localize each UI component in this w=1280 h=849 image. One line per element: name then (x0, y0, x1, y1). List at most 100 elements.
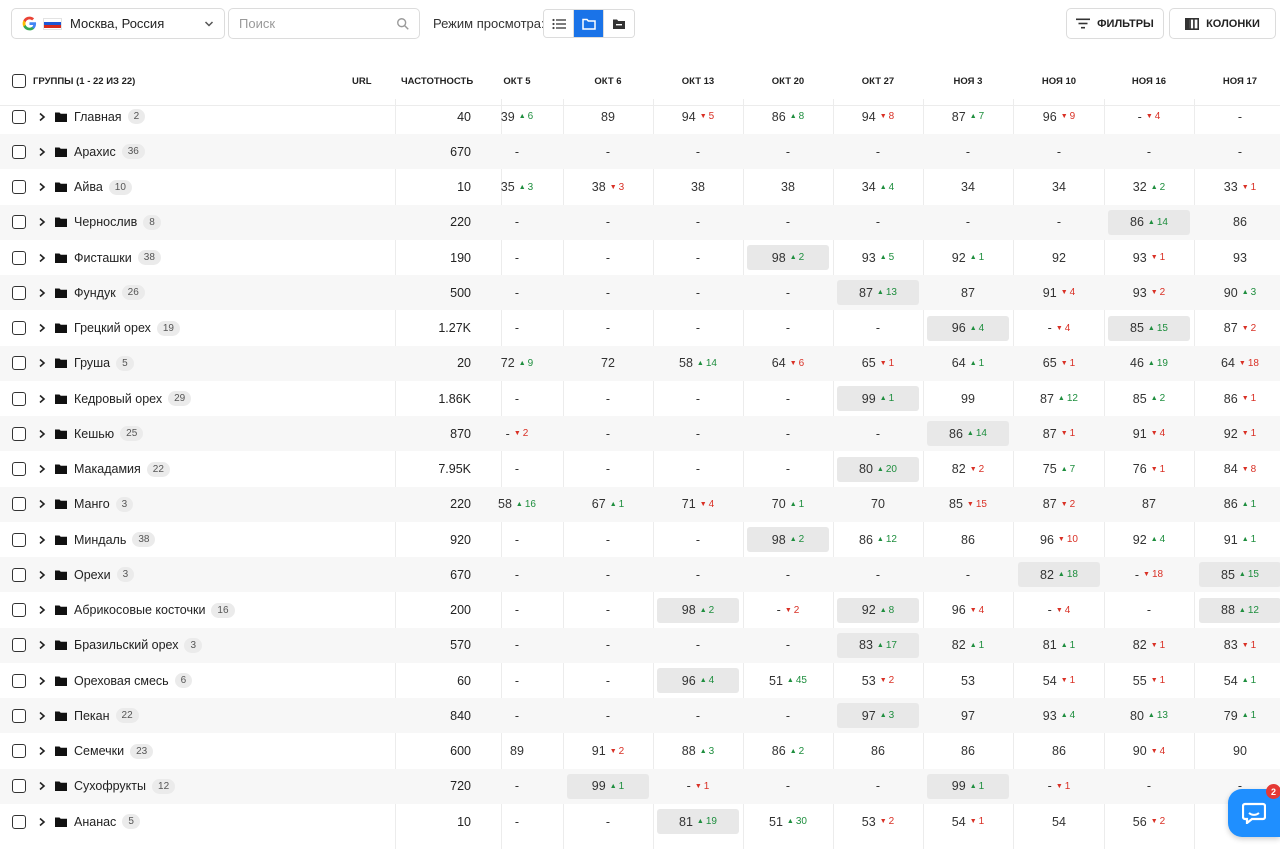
position-cell[interactable]: 46 ▲ 19 (1107, 346, 1191, 381)
position-cell[interactable]: 64 ▼ 18 (1198, 346, 1280, 381)
position-cell[interactable]: 53 ▼ 2 (836, 804, 920, 839)
position-cell[interactable]: 54 ▲ 1 (1198, 663, 1280, 698)
position-cell[interactable]: - (656, 134, 740, 169)
position-cell[interactable]: - (926, 134, 1010, 169)
position-cell[interactable]: 82 ▼ 1 (1107, 628, 1191, 663)
position-cell[interactable]: - (566, 593, 650, 628)
group-name[interactable]: Ананас (74, 815, 116, 829)
position-cell[interactable]: - (475, 311, 559, 346)
position-cell[interactable]: - (656, 205, 740, 240)
position-cell[interactable]: - (746, 628, 830, 663)
position-cell[interactable]: 91 ▲ 1 (1198, 522, 1280, 557)
position-cell[interactable]: 81 ▲ 1 (1017, 628, 1101, 663)
position-cell[interactable]: 91 ▼ 4 (1017, 275, 1101, 310)
row-checkbox[interactable] (12, 814, 26, 829)
group-name[interactable]: Макадамия (74, 462, 141, 476)
position-cell[interactable]: 83 ▲ 17 (836, 628, 920, 663)
table-row[interactable]: Главная 2 40 39 ▲ 6 89 94 ▼ 5 86 ▲ 8 94 ▼ 8 87 ▲ 7 96 ▼ 9- ▼ 4- (0, 99, 1280, 134)
table-row[interactable]: Сухофрукты 12 720-99 ▲ 1- ▼ 1- -99 ▲ 1- ▼ 1- - (0, 768, 1280, 804)
position-cell[interactable]: - (746, 311, 830, 346)
table-row[interactable]: Семечки 23 600 89 91 ▼ 2 88 ▲ 3 86 ▲ 2 86 86 86 90 ▼ 4 90 (0, 734, 1280, 769)
position-cell[interactable]: 91 ▼ 4 (1107, 416, 1191, 451)
chevron-right-icon[interactable] (37, 182, 47, 192)
position-cell[interactable]: - (475, 381, 559, 416)
table-row[interactable]: Кедровый орех 29 1.86K - - - -99 ▲ 1 99 87 ▲ 12 85 ▲ 2 8… (0, 381, 1280, 416)
table-row[interactable]: Фисташки 38 190- - -98 ▲ 2 93 ▲ 5 92 ▲ 1 92 93 ▼ 1 93 (0, 240, 1280, 275)
position-cell[interactable]: 87 (926, 275, 1010, 310)
position-cell[interactable]: 98 ▲ 2 (746, 240, 830, 275)
position-cell[interactable]: - (475, 698, 559, 733)
chevron-right-icon[interactable] (37, 605, 47, 615)
position-cell[interactable]: - (566, 416, 650, 451)
tag-view-button[interactable] (604, 10, 634, 37)
position-cell[interactable]: - (566, 275, 650, 310)
position-cell[interactable]: - (746, 769, 830, 804)
position-cell[interactable]: 88 ▲ 12 (1198, 593, 1280, 628)
position-cell[interactable]: 83 ▼ 1 (1198, 628, 1280, 663)
position-cell[interactable]: 38 (746, 170, 830, 205)
row-checkbox[interactable] (12, 638, 26, 653)
chevron-right-icon[interactable] (37, 676, 47, 686)
position-cell[interactable]: 93 ▼ 1 (1107, 240, 1191, 275)
chevron-right-icon[interactable] (37, 429, 47, 439)
position-cell[interactable]: 58 ▲ 16 (475, 487, 559, 522)
location-select[interactable]: Москва, Россия (11, 8, 225, 39)
position-cell[interactable]: - (1017, 205, 1101, 240)
position-cell[interactable]: - (475, 663, 559, 698)
position-cell[interactable]: - (475, 769, 559, 804)
position-cell[interactable]: 67 ▲ 1 (566, 487, 650, 522)
position-cell[interactable]: - (746, 557, 830, 592)
chevron-right-icon[interactable] (37, 253, 47, 263)
position-cell[interactable]: 96 ▲ 4 (656, 663, 740, 698)
position-cell[interactable]: - (656, 452, 740, 487)
position-cell[interactable]: 39 ▲ 6 (475, 99, 559, 134)
position-cell[interactable]: 86 ▲ 12 (836, 522, 920, 557)
position-cell[interactable]: 96 ▼ 10 (1017, 522, 1101, 557)
search-icon[interactable] (396, 17, 410, 31)
position-cell[interactable]: - (566, 134, 650, 169)
search-input[interactable] (239, 9, 389, 38)
table-row[interactable]: Бразильский орех 3 570- - - -83 ▲ 17 82 ▲ 1 81 ▲ 1 82 ▼… (0, 627, 1280, 663)
chevron-right-icon[interactable] (37, 394, 47, 404)
position-cell[interactable]: 64 ▲ 1 (926, 346, 1010, 381)
columns-button[interactable]: КОЛОНКИ (1169, 8, 1276, 39)
position-cell[interactable]: - (475, 134, 559, 169)
position-cell[interactable]: - (656, 557, 740, 592)
row-checkbox[interactable] (12, 426, 26, 441)
position-cell[interactable]: 87 ▲ 7 (926, 99, 1010, 134)
group-name[interactable]: Бразильский орех (74, 638, 178, 652)
position-cell[interactable]: 38 ▼ 3 (566, 170, 650, 205)
row-checkbox[interactable] (12, 497, 26, 512)
position-cell[interactable]: - (566, 205, 650, 240)
position-cell[interactable]: - (566, 804, 650, 839)
group-name[interactable]: Фундук (74, 286, 116, 300)
position-cell[interactable]: - (1198, 134, 1280, 169)
position-cell[interactable]: - (566, 628, 650, 663)
position-cell[interactable]: 72 (566, 346, 650, 381)
row-checkbox[interactable] (12, 744, 26, 758)
position-cell[interactable]: - (566, 522, 650, 557)
position-cell[interactable]: - ▼ 4 (1017, 311, 1101, 346)
position-cell[interactable]: 34 (1017, 170, 1101, 205)
table-row[interactable]: Ореховая смесь 6 60- -96 ▲ 4 51 ▲ 45 53 ▼ 2 53 54 ▼ 1 55… (0, 663, 1280, 698)
chevron-right-icon[interactable] (37, 817, 47, 827)
position-cell[interactable]: 82 ▼ 2 (926, 452, 1010, 487)
position-cell[interactable]: - (566, 240, 650, 275)
position-cell[interactable]: - (1198, 99, 1280, 134)
position-cell[interactable]: - (746, 134, 830, 169)
group-name[interactable]: Кедровый орех (74, 392, 162, 406)
position-cell[interactable]: - ▼ 4 (1017, 593, 1101, 628)
position-cell[interactable]: 80 ▲ 20 (836, 452, 920, 487)
position-cell[interactable]: 90 ▼ 4 (1107, 734, 1191, 769)
position-cell[interactable]: 97 (926, 698, 1010, 733)
position-cell[interactable]: 70 ▲ 1 (746, 487, 830, 522)
folder-view-button[interactable] (574, 10, 604, 37)
position-cell[interactable]: 32 ▲ 2 (1107, 170, 1191, 205)
chevron-right-icon[interactable] (37, 781, 47, 791)
group-name[interactable]: Кешью (74, 427, 114, 441)
position-cell[interactable]: 72 ▲ 9 (475, 346, 559, 381)
position-cell[interactable]: 85 ▲ 2 (1107, 381, 1191, 416)
position-cell[interactable]: 86 ▼ 1 (1198, 381, 1280, 416)
position-cell[interactable]: - (926, 205, 1010, 240)
filters-button[interactable]: ФИЛЬТРЫ (1066, 8, 1164, 39)
